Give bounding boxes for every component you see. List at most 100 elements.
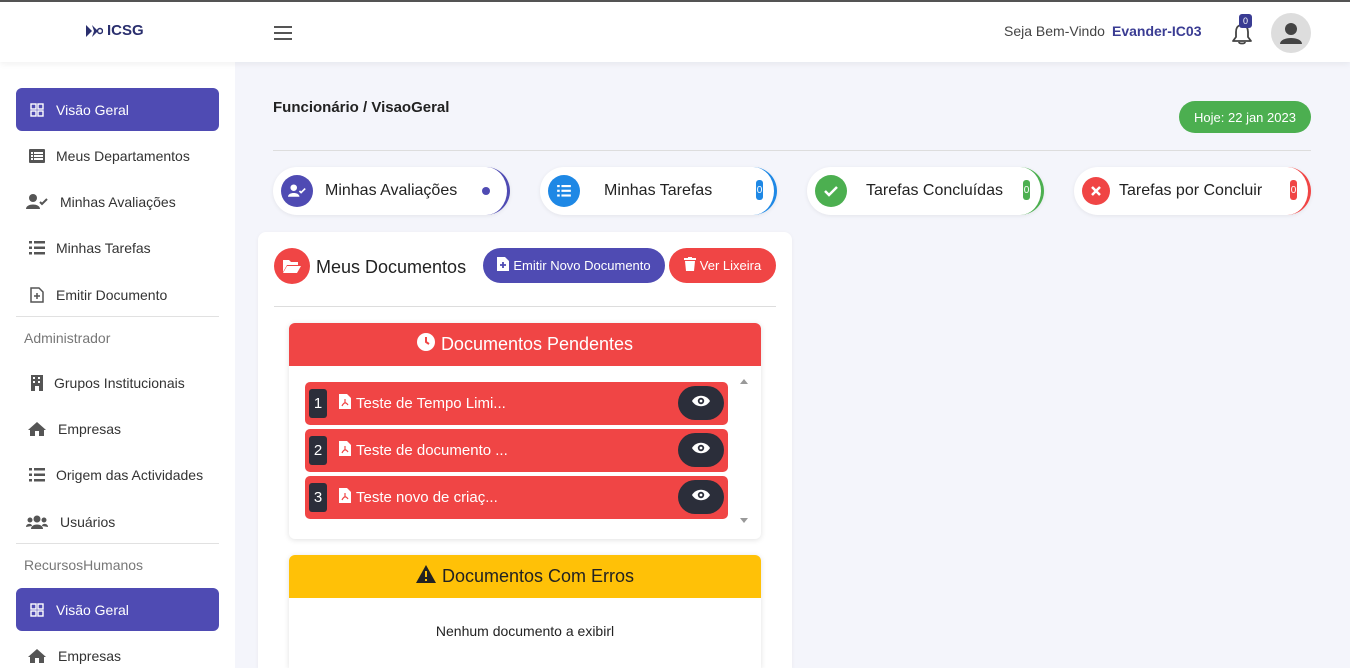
stat-count: 0 xyxy=(756,180,763,200)
list-alt-icon xyxy=(16,148,56,163)
grid-icon xyxy=(16,102,56,117)
stat-label: Tarefas Concluídas xyxy=(866,182,1003,199)
file-pdf-icon xyxy=(339,394,351,413)
pending-header: Documentos Pendentes xyxy=(289,323,761,366)
sidebar-item-tarefas[interactable]: Minhas Tarefas xyxy=(16,226,219,269)
stat-label: Minhas Tarefas xyxy=(604,182,713,199)
sidebar-item-label: Minhas Tarefas xyxy=(56,239,151,256)
item-number: 3 xyxy=(309,483,327,512)
list-icon xyxy=(16,240,56,255)
sidebar-item-label: Empresas xyxy=(58,647,122,664)
trash-icon xyxy=(683,257,696,274)
item-number: 2 xyxy=(309,436,327,465)
view-document-button[interactable] xyxy=(678,386,724,420)
stat-tarefas-por-concluir[interactable]: Tarefas por Concluir 0 xyxy=(1074,167,1311,215)
divider xyxy=(16,543,219,544)
divider xyxy=(274,306,776,307)
stat-minhas-avaliacoes[interactable]: Minhas Avaliações xyxy=(273,167,510,215)
view-trash-button[interactable]: Ver Lixeira xyxy=(669,248,776,283)
close-icon xyxy=(1082,177,1110,205)
stat-count: 0 xyxy=(1023,180,1030,200)
notification-badge: 0 xyxy=(1239,14,1252,28)
view-document-button[interactable] xyxy=(678,480,724,514)
eye-icon xyxy=(691,394,711,412)
sidebar-item-label: Origem das Actividades xyxy=(56,466,204,483)
file-pdf-icon xyxy=(339,441,351,460)
clock-icon xyxy=(416,333,435,356)
sidebar: Visão Geral Meus Departamentos Minhas Av… xyxy=(0,62,235,668)
username[interactable]: Evander-IC03 xyxy=(1112,23,1201,39)
empty-message: Nenhum documento a exibirl xyxy=(435,623,615,639)
scroll-up-icon[interactable] xyxy=(740,379,748,384)
document-name: Teste de Tempo Limi... xyxy=(356,395,506,412)
sidebar-item-empresas[interactable]: Empresas xyxy=(16,407,219,450)
item-number: 1 xyxy=(309,389,327,418)
list-icon xyxy=(16,467,56,482)
sidebar-item-usuarios[interactable]: Usuários xyxy=(16,500,219,543)
warning-icon xyxy=(415,565,436,588)
sidebar-item-emitir-documento[interactable]: Emitir Documento xyxy=(16,273,219,316)
pending-documents-panel: Documentos Pendentes 1 Teste de Tempo Li… xyxy=(289,323,761,539)
documents-card: Meus Documentos Emitir Novo Documento Ve… xyxy=(258,232,792,668)
brand-logo[interactable]: ICSG xyxy=(85,22,144,39)
stat-label: Tarefas por Concluir xyxy=(1119,182,1263,199)
stat-minhas-tarefas[interactable]: Minhas Tarefas 0 xyxy=(540,167,777,215)
file-pdf-icon xyxy=(339,488,351,507)
file-plus-icon xyxy=(16,286,56,303)
list-item: 2 Teste de documento ... xyxy=(305,429,728,472)
list-icon xyxy=(548,175,580,207)
home-icon xyxy=(16,421,56,437)
emit-document-button[interactable]: Emitir Novo Documento xyxy=(483,248,665,283)
document-name: Teste de documento ... xyxy=(356,442,508,459)
grid-icon xyxy=(16,602,56,617)
users-icon xyxy=(16,515,56,529)
sidebar-item-label: Meus Departamentos xyxy=(56,147,190,164)
sidebar-item-grupos[interactable]: Grupos Institucionais xyxy=(16,361,219,404)
list-item: 1 Teste de Tempo Limi... xyxy=(305,382,728,425)
building-icon xyxy=(16,374,56,391)
error-documents-panel: Documentos Com Erros Nenhum documento a … xyxy=(289,555,761,668)
sidebar-item-label: Grupos Institucionais xyxy=(54,374,185,391)
sidebar-item-visao-geral[interactable]: Visão Geral xyxy=(16,88,219,131)
documents-title: Meus Documentos xyxy=(316,257,467,277)
file-plus-icon xyxy=(497,257,510,274)
sidebar-item-hr-visao-geral[interactable]: Visão Geral xyxy=(16,588,219,631)
today-badge: Hoje: 22 jan 2023 xyxy=(1179,101,1311,133)
folder-open-icon xyxy=(274,248,310,284)
user-check-icon xyxy=(281,175,313,207)
list-item: 3 Teste novo de criaç... xyxy=(305,476,728,519)
sidebar-item-label: Empresas xyxy=(58,420,122,437)
eye-icon xyxy=(691,488,711,506)
sidebar-item-label: Minhas Avaliações xyxy=(60,193,176,210)
sidebar-item-avaliacoes[interactable]: Minhas Avaliações xyxy=(16,180,219,223)
errors-header: Documentos Com Erros xyxy=(289,555,761,598)
menu-toggle-icon[interactable] xyxy=(274,26,292,40)
sidebar-item-label: Usuários xyxy=(60,513,116,530)
check-icon xyxy=(815,175,847,207)
divider xyxy=(273,150,1311,151)
brand-name: ICSG xyxy=(107,22,144,39)
stat-count xyxy=(482,187,490,195)
sidebar-item-label: Emitir Documento xyxy=(56,286,168,303)
view-document-button[interactable] xyxy=(678,433,724,467)
sidebar-item-label: Visão Geral xyxy=(56,101,129,118)
document-name: Teste novo de criaç... xyxy=(356,489,498,506)
home-icon xyxy=(16,648,56,664)
section-title-hr: RecursosHumanos xyxy=(24,557,144,573)
sidebar-item-departamentos[interactable]: Meus Departamentos xyxy=(16,134,219,177)
sidebar-item-label: Visão Geral xyxy=(56,601,129,618)
eye-icon xyxy=(691,441,711,459)
stat-tarefas-concluidas[interactable]: Tarefas Concluídas 0 xyxy=(807,167,1044,215)
stat-count: 0 xyxy=(1290,180,1297,200)
sidebar-item-origem-actividades[interactable]: Origem das Actividades xyxy=(16,453,219,496)
user-check-icon xyxy=(16,193,56,210)
welcome-text: Seja Bem-Vindo xyxy=(1004,23,1105,39)
top-header: ICSG Seja Bem-Vindo Evander-IC03 0 xyxy=(0,2,1350,62)
scroll-down-icon[interactable] xyxy=(740,518,748,523)
divider xyxy=(16,316,219,317)
brand-icon xyxy=(85,24,103,38)
sidebar-item-hr-empresas[interactable]: Empresas xyxy=(16,634,219,668)
scrollbar[interactable] xyxy=(738,375,750,531)
stat-label: Minhas Avaliações xyxy=(325,182,458,199)
avatar[interactable] xyxy=(1271,13,1311,53)
